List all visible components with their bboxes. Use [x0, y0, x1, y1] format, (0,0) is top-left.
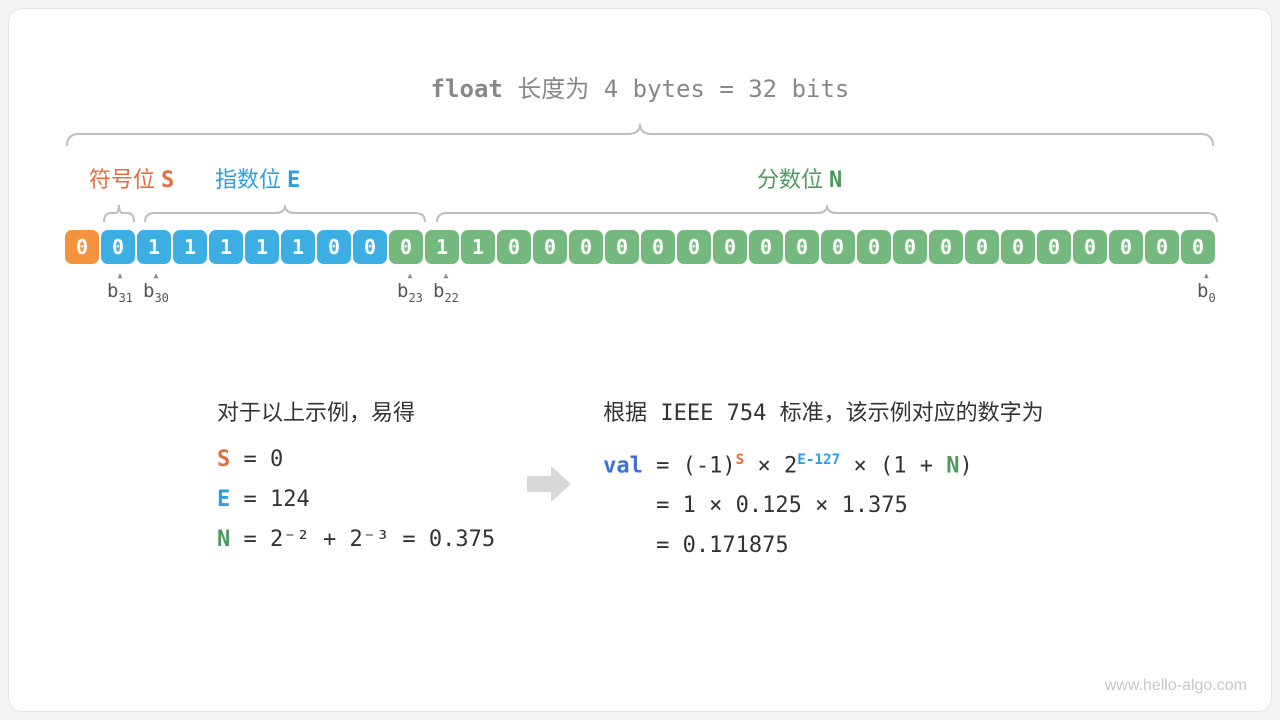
frac-bit: 0: [1073, 230, 1107, 264]
title: float 长度为 4 bytes = 32 bits: [57, 69, 1223, 104]
frac-bit: 0: [497, 230, 531, 264]
frac-bit: 0: [785, 230, 819, 264]
ptr-b22: ▴b22: [433, 270, 459, 305]
e-line: E = 124: [217, 480, 495, 520]
diagram-card: float 长度为 4 bytes = 32 bits 符号位S 指数位E 分数…: [8, 8, 1272, 712]
title-rest: 长度为 4 bytes = 32 bits: [503, 75, 850, 103]
frac-bit: 0: [821, 230, 855, 264]
label-exponent: 指数位E: [215, 162, 300, 194]
frac-bit: 0: [605, 230, 639, 264]
right-header: 根据 IEEE 754 标准，该示例对应的数字为: [603, 394, 1043, 434]
frac-bit: 0: [641, 230, 675, 264]
exp-bit: 1: [173, 230, 207, 264]
frac-bit: 0: [857, 230, 891, 264]
ptr-b0: ▴b0: [1197, 270, 1216, 305]
bit-row: 00111110001100000000000000000000: [57, 230, 1223, 264]
exp-bit: 0: [101, 230, 135, 264]
watermark: www.hello-algo.com: [1105, 677, 1247, 695]
sign-bit: 0: [65, 230, 99, 264]
section-labels: 符号位S 指数位E 分数位N: [57, 162, 1223, 192]
frac-bit: 1: [461, 230, 495, 264]
ptr-b30: ▴b30: [143, 270, 169, 305]
label-fraction: 分数位N: [757, 162, 842, 194]
label-sign: 符号位S: [89, 162, 174, 194]
frac-bit: 0: [1037, 230, 1071, 264]
frac-bit: 0: [929, 230, 963, 264]
section-braces: [57, 202, 1223, 224]
exp-bit: 1: [281, 230, 315, 264]
frac-bit: 0: [1001, 230, 1035, 264]
bit-index-row: ▴b31 ▴b30 ▴b23 ▴b22 ▴b0: [57, 270, 1223, 314]
ptr-b23: ▴b23: [397, 270, 423, 305]
left-derivation: 对于以上示例，易得 S = 0 E = 124 N = 2⁻² + 2⁻³ = …: [217, 394, 495, 560]
frac-bit: 0: [677, 230, 711, 264]
exp-bit: 0: [353, 230, 387, 264]
exp-bit: 1: [245, 230, 279, 264]
frac-bit: 0: [1145, 230, 1179, 264]
frac-bit: 1: [425, 230, 459, 264]
frac-bit: 0: [713, 230, 747, 264]
top-brace: [63, 122, 1217, 148]
frac-bit: 0: [1109, 230, 1143, 264]
n-line: N = 2⁻² + 2⁻³ = 0.375: [217, 520, 495, 560]
arrow-icon: [525, 464, 573, 508]
right-derivation: 根据 IEEE 754 标准，该示例对应的数字为 val = (-1)S × 2…: [603, 394, 1043, 566]
frac-bit: 0: [533, 230, 567, 264]
title-keyword: float: [431, 75, 503, 103]
ptr-b31: ▴b31: [107, 270, 133, 305]
exp-bit: 1: [137, 230, 171, 264]
exp-bit: 1: [209, 230, 243, 264]
frac-bit: 0: [749, 230, 783, 264]
frac-bit: 0: [1181, 230, 1215, 264]
frac-bit: 0: [569, 230, 603, 264]
s-line: S = 0: [217, 440, 495, 480]
frac-bit: 0: [893, 230, 927, 264]
frac-bit: 0: [965, 230, 999, 264]
formula-line-2: = 1 × 0.125 × 1.375: [603, 486, 1043, 526]
formula-line-3: = 0.171875: [603, 526, 1043, 566]
frac-bit: 0: [389, 230, 423, 264]
exp-bit: 0: [317, 230, 351, 264]
lower-section: 对于以上示例，易得 S = 0 E = 124 N = 2⁻² + 2⁻³ = …: [57, 394, 1223, 566]
left-header: 对于以上示例，易得: [217, 394, 495, 434]
formula-line-1: val = (-1)S × 2E-127 × (1 + N): [603, 440, 1043, 486]
